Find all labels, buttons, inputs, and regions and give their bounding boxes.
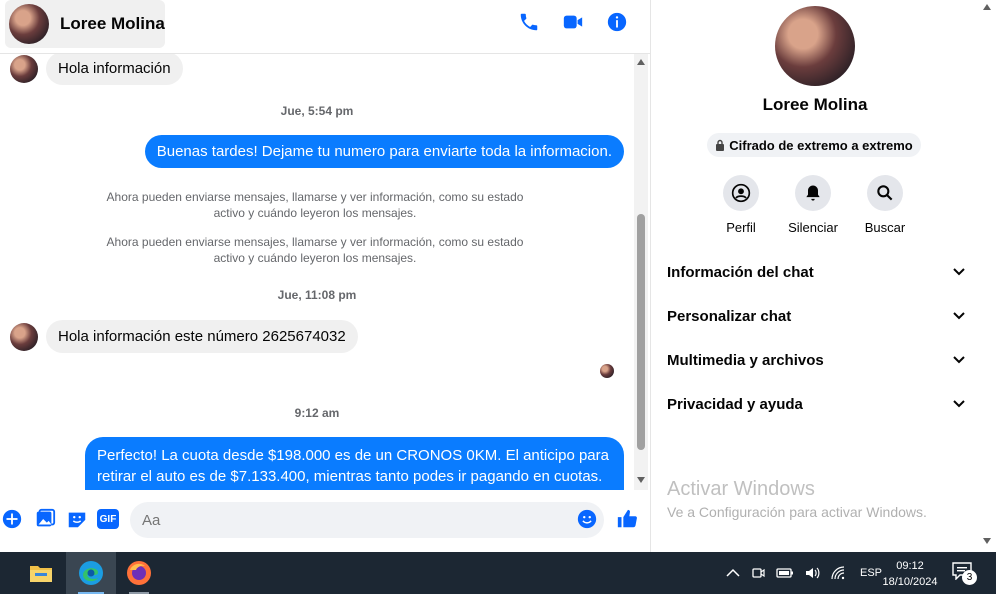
message-line: retirar el auto es de $7.133.400, mientr… <box>97 468 603 485</box>
photo-icon[interactable] <box>34 508 56 530</box>
profile-name: Loree Molina <box>762 95 868 114</box>
timestamp: 9:12 am <box>294 406 340 420</box>
emoji-icon[interactable] <box>576 508 598 530</box>
action-label: Buscar <box>864 220 906 235</box>
scroll-up-icon[interactable] <box>983 4 991 10</box>
incoming-message[interactable]: Hola información <box>46 54 183 85</box>
chevron-down-icon <box>953 268 965 276</box>
chevron-down-icon <box>953 312 965 320</box>
chat-header: Loree Molina <box>0 0 650 54</box>
bell-icon <box>806 185 820 201</box>
lock-icon <box>716 139 725 151</box>
chevron-down-icon <box>953 400 965 408</box>
scroll-up-icon[interactable] <box>637 59 645 65</box>
profile-action[interactable]: Perfil <box>705 175 777 235</box>
clock-date: 18/10/2024 <box>882 576 938 588</box>
system-tray: ESP <box>726 552 882 594</box>
firefox-button[interactable] <box>114 552 164 594</box>
wifi-icon[interactable] <box>830 565 846 581</box>
scroll-down-icon[interactable] <box>637 477 645 483</box>
profile-icon <box>731 183 751 203</box>
system-notice-line: Ahora pueden enviarse mensajes, llamarse… <box>106 190 524 204</box>
sticker-icon[interactable] <box>66 508 88 530</box>
system-notice-line: Ahora pueden enviarse mensajes, llamarse… <box>106 235 524 249</box>
chevron-up-icon[interactable] <box>726 568 740 578</box>
scroll-thumb[interactable] <box>637 214 645 450</box>
read-receipt-avatar <box>600 364 614 378</box>
sender-avatar[interactable] <box>10 54 38 83</box>
meet-now-icon[interactable] <box>750 565 766 581</box>
section-customize-chat[interactable]: Personalizar chat <box>667 304 965 328</box>
section-chat-info[interactable]: Información del chat <box>667 260 965 284</box>
notification-count-badge: 3 <box>962 570 977 585</box>
thumbs-up-icon[interactable] <box>616 508 638 530</box>
outgoing-message[interactable]: Buenas tardes! Dejame tu numero para env… <box>144 135 624 168</box>
edge-icon <box>79 561 103 585</box>
encryption-label: Cifrado de extremo a extremo <box>729 137 913 153</box>
system-notice-line: activo y cuándo leyeron los mensajes. <box>213 251 417 265</box>
section-label: Privacidad y ayuda <box>667 395 803 413</box>
chat-scrollbar[interactable] <box>634 54 648 490</box>
encryption-badge[interactable]: Cifrado de extremo a extremo <box>707 133 921 157</box>
action-label: Perfil <box>726 220 756 235</box>
incoming-message[interactable]: Hola información este número 2625674032 <box>46 320 358 353</box>
message-line: Perfecto! La cuota desde $198.000 es de … <box>97 447 609 464</box>
chevron-down-icon <box>953 356 965 364</box>
system-notice: Ahora pueden enviarse mensajes, llamarse… <box>90 234 540 266</box>
clock[interactable]: 09:12 18/10/2024 <box>874 558 946 590</box>
action-label: Silenciar <box>788 220 838 235</box>
firefox-icon <box>127 561 151 585</box>
search-action[interactable]: Buscar <box>849 175 921 235</box>
file-explorer-button[interactable] <box>16 552 66 594</box>
info-icon[interactable] <box>606 11 628 33</box>
mute-action[interactable]: Silenciar <box>777 175 849 235</box>
chat-pane: Loree Molina Hola información Jue, 5:54 … <box>0 0 650 552</box>
incoming-message-row: Hola información <box>10 54 183 85</box>
notification-center-button[interactable]: 3 <box>952 562 980 586</box>
plus-icon[interactable] <box>1 508 23 530</box>
phone-icon[interactable] <box>518 11 540 33</box>
timestamp: Jue, 11:08 pm <box>277 288 357 302</box>
timestamp: Jue, 5:54 pm <box>280 104 354 118</box>
system-notice-line: activo y cuándo leyeron los mensajes. <box>213 206 417 220</box>
video-icon[interactable] <box>562 11 584 33</box>
composer: GIF <box>0 496 650 544</box>
message-list[interactable]: Hola información Jue, 5:54 pm Buenas tar… <box>0 54 634 490</box>
sidebar-scrollbar[interactable] <box>981 0 995 552</box>
profile-avatar[interactable] <box>775 6 855 86</box>
section-label: Información del chat <box>667 263 814 281</box>
clock-time: 09:12 <box>896 560 924 572</box>
contact-chip[interactable]: Loree Molina <box>5 0 165 48</box>
contact-name[interactable]: Loree Molina <box>60 14 165 34</box>
incoming-message-row: Hola información este número 2625674032 <box>10 320 358 353</box>
section-privacy-help[interactable]: Privacidad y ayuda <box>667 392 965 416</box>
chat-details-sidebar: Loree Molina Cifrado de extremo a extrem… <box>650 0 996 552</box>
section-media-files[interactable]: Multimedia y archivos <box>667 348 965 372</box>
section-label: Multimedia y archivos <box>667 351 824 369</box>
activate-subtitle: Ve a Configuración para activar Windows. <box>667 504 927 520</box>
outgoing-message[interactable]: Perfecto! La cuota desde $198.000 es de … <box>85 437 624 490</box>
contact-avatar[interactable] <box>9 4 49 44</box>
activate-windows-watermark: Activar Windows Ve a Configuración para … <box>667 478 927 520</box>
gif-button[interactable]: GIF <box>97 509 119 529</box>
activate-title: Activar Windows <box>667 478 815 500</box>
messenger-window: Loree Molina Hola información Jue, 5:54 … <box>0 0 996 552</box>
folder-icon <box>30 566 52 582</box>
taskbar: ESP 09:12 18/10/2024 3 <box>0 552 996 594</box>
outgoing-message-row: Buenas tardes! Dejame tu numero para env… <box>144 135 624 168</box>
search-icon <box>877 185 893 201</box>
battery-icon[interactable] <box>776 566 794 580</box>
edge-button[interactable] <box>66 552 116 594</box>
section-label: Personalizar chat <box>667 307 792 325</box>
volume-icon[interactable] <box>804 565 820 581</box>
sender-avatar[interactable] <box>10 322 38 351</box>
scroll-down-icon[interactable] <box>983 538 991 544</box>
message-input[interactable] <box>130 502 604 538</box>
system-notice: Ahora pueden enviarse mensajes, llamarse… <box>90 189 540 221</box>
